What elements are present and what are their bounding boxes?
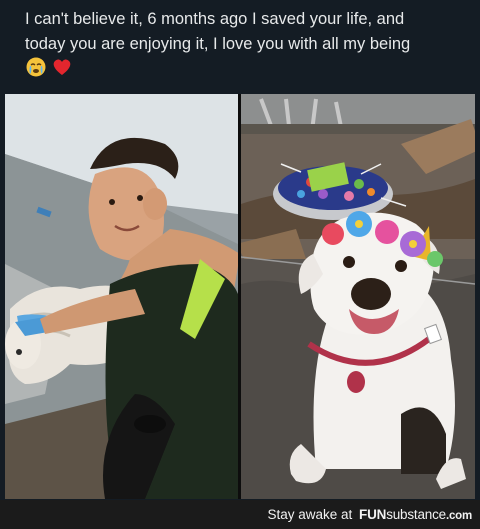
brand-logo: FUNsubstance.com <box>359 507 472 522</box>
photo-collage <box>5 94 475 499</box>
footer-watermark: Stay awake at FUNsubstance.com <box>267 507 472 522</box>
brand-domain: .com <box>445 510 472 522</box>
red-heart-icon <box>54 59 71 75</box>
happy-dog-photo <box>241 94 475 499</box>
caption-line-1: I can't believe it, 6 months ago I saved… <box>25 10 405 28</box>
footer-tagline: Stay awake at <box>267 507 353 522</box>
post-card: I can't believe it, 6 months ago I saved… <box>0 0 480 500</box>
brand-bold: FUN <box>359 507 387 522</box>
site-footer: Stay awake at FUNsubstance.com <box>0 500 480 529</box>
caption-line-2: today you are enjoying it, I love you wi… <box>25 35 411 53</box>
crying-face-icon <box>26 57 46 77</box>
rescue-photo <box>5 94 238 499</box>
emoji-row <box>26 57 74 77</box>
post-caption: I can't believe it, 6 months ago I saved… <box>25 7 465 57</box>
brand-rest: substance <box>386 507 446 522</box>
